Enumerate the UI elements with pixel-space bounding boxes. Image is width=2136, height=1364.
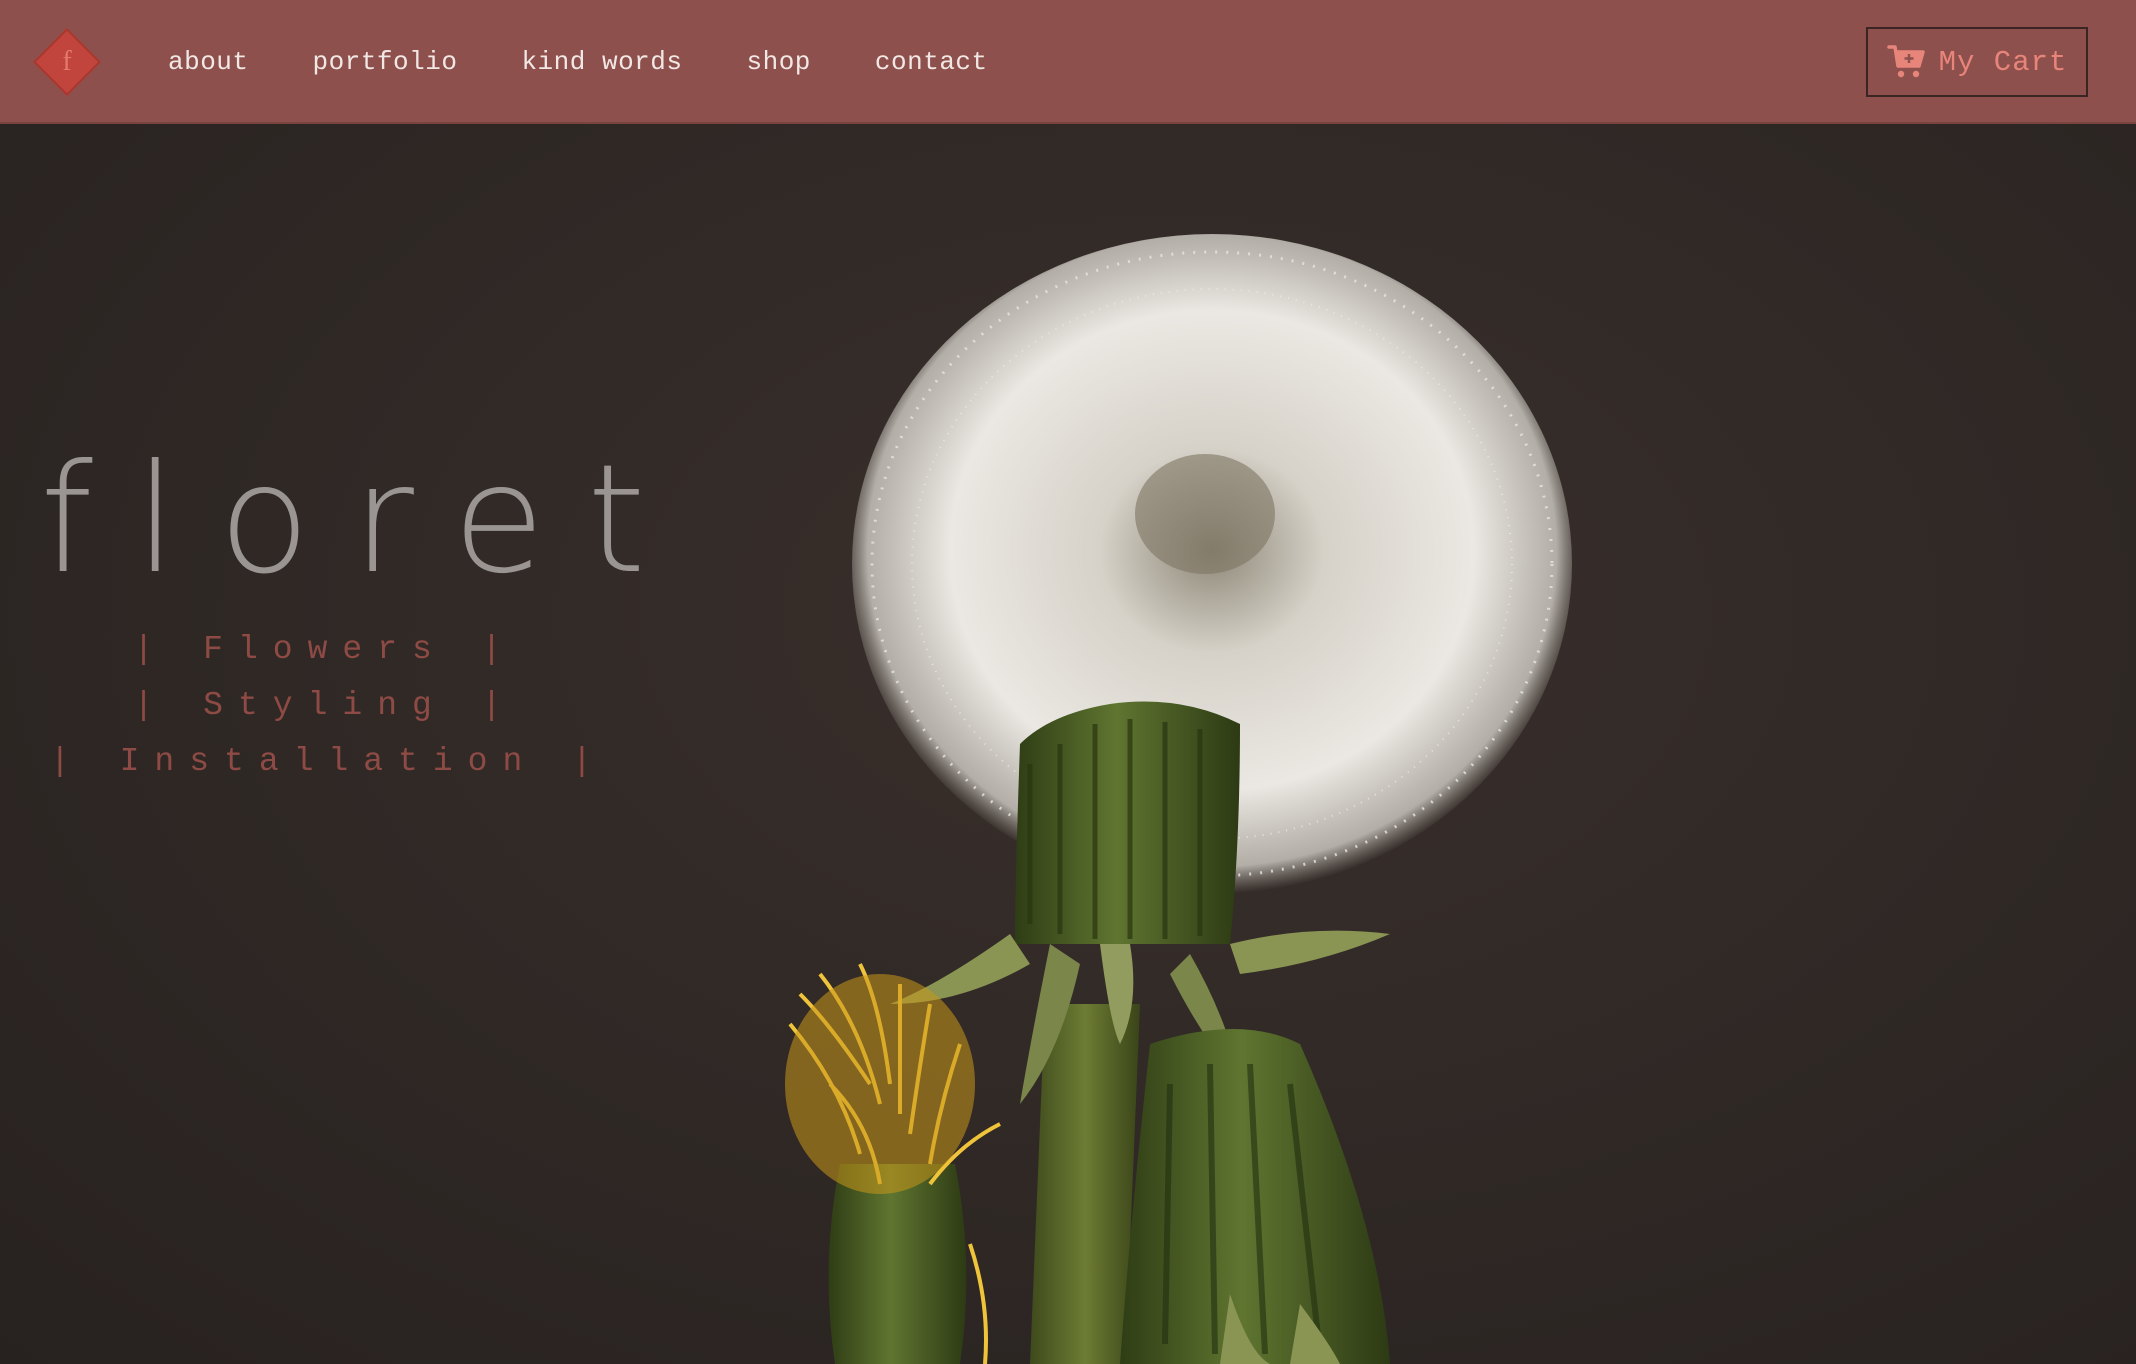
my-cart-label: My Cart [1938,45,2068,79]
tagline-styling: | Styling | [133,687,517,724]
tagline-list: | Flowers | | Styling | | Installation | [50,622,600,790]
shopping-cart-icon [1886,45,1925,78]
tagline-flowers: | Flowers | [133,631,517,668]
nav-link-shop[interactable]: shop [746,47,810,77]
page: f about portfolio kind words shop contac… [0,0,2136,1364]
nav-link-portfolio[interactable]: portfolio [313,47,458,77]
main-nav: about portfolio kind words shop contact [168,40,1052,84]
my-cart-button[interactable]: My Cart [1866,27,2088,97]
logo-letter[interactable]: f [40,38,94,86]
hero-title: floret [40,433,688,607]
top-navbar: f about portfolio kind words shop contac… [0,0,2136,124]
nav-link-about[interactable]: about [168,47,249,77]
tagline-installation: | Installation | [50,743,607,780]
nav-link-contact[interactable]: contact [875,47,988,77]
nav-link-kind-words[interactable]: kind words [521,47,682,77]
